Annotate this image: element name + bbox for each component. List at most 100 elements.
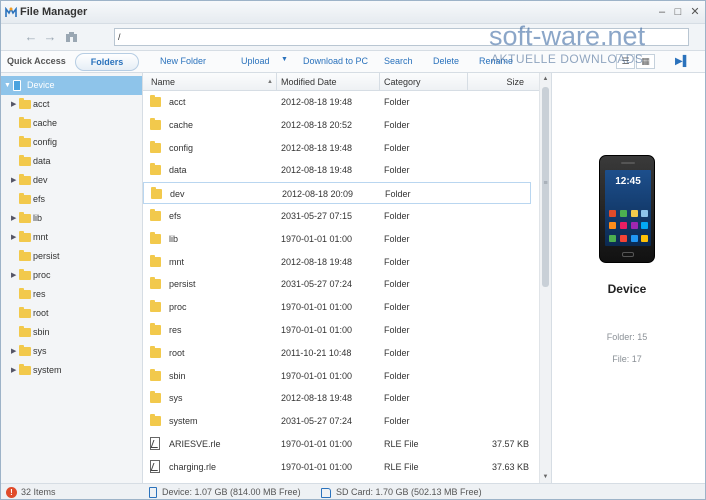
table-row[interactable]: root 2011-10-21 10:48 Folder [143,342,531,364]
row-modified-date: 2031-05-27 07:24 [281,279,353,290]
upload-button[interactable]: Upload [241,56,270,66]
tree-item-sys[interactable]: ▶ sys [1,342,142,361]
home-button[interactable] [62,29,80,45]
rename-button[interactable]: Rename [479,56,513,66]
row-modified-date: 1970-01-01 01:00 [281,302,353,313]
scroll-down-icon[interactable]: ▼ [540,471,551,483]
tree-item-res[interactable]: res [1,285,142,304]
folder-icon [150,368,161,381]
row-name: cache [169,119,194,130]
tree-item-data[interactable]: data [1,152,142,171]
table-row[interactable]: system 2031-05-27 07:24 Folder [143,410,531,432]
tree-item-system[interactable]: ▶ system [1,361,142,380]
row-modified-date: 1970-01-01 01:00 [281,233,353,244]
row-modified-date: 2031-05-27 07:24 [281,416,353,427]
scroll-up-icon[interactable]: ▲ [540,73,551,85]
phone-app-icon [609,222,616,229]
back-button[interactable]: ← [22,29,40,45]
column-size[interactable]: Size [468,73,539,91]
column-modified-date[interactable]: Modified Date [277,73,380,91]
table-row[interactable]: config 2012-08-18 19:48 Folder [143,137,531,159]
expand-arrow-icon[interactable]: ▶ [11,228,16,247]
tree-item-dev[interactable]: ▶ dev [1,171,142,190]
table-row[interactable]: sbin 1970-01-01 01:00 Folder [143,365,531,387]
folder-icon [19,288,31,299]
tree-item-root[interactable]: root [1,304,142,323]
upload-dropdown-icon[interactable]: ▼ [281,56,288,63]
list-view-button[interactable]: ☰ [616,54,635,69]
preview-panel-toggle[interactable]: ▶▌ [675,55,690,68]
tree-item-label: system [33,365,62,375]
row-category: Folder [384,325,410,335]
tree-item-sbin[interactable]: sbin [1,323,142,342]
expand-arrow-icon[interactable]: ▶ [11,95,16,114]
tree-item-cache[interactable]: cache [1,114,142,133]
expand-arrow-icon[interactable]: ▶ [11,361,16,380]
table-row[interactable]: data 2012-08-18 19:48 Folder [143,159,531,181]
delete-button[interactable]: Delete [433,56,459,66]
table-row[interactable]: ARIESVE.rle 1970-01-01 01:00 RLE File 37.57… [143,433,531,455]
table-row[interactable]: persist 2031-05-27 07:24 Folder [143,273,531,295]
folder-icon [19,364,31,375]
folder-icon [150,209,161,221]
table-row[interactable]: proc 1970-01-01 01:00 Folder [143,296,531,318]
table-row[interactable]: cache 2012-08-18 20:52 Folder [143,114,531,136]
download-to-pc-button[interactable]: Download to PC [303,56,368,66]
vertical-scrollbar[interactable]: ▲ ≡ ▼ [539,73,551,483]
row-size: 37.57 KB [491,439,529,449]
table-row[interactable]: mnt 2012-08-18 19:48 Folder [143,251,531,273]
maximize-button[interactable]: □ [671,5,685,19]
folder-icon [150,391,161,404]
tree-item-device[interactable]: ▼ Device [1,76,142,95]
tree-item-config[interactable]: config [1,133,142,152]
row-modified-date: 1970-01-01 01:00 [281,370,353,381]
row-category: Folder [384,393,410,404]
table-row[interactable]: res 1970-01-01 01:00 Folder [143,319,531,341]
table-row[interactable]: lib 1970-01-01 01:00 Folder [143,228,531,250]
tree-item-proc[interactable]: ▶ proc [1,266,142,285]
phone-screen: 12:45 [605,170,651,246]
row-name: proc [169,302,187,313]
file-icon [150,437,160,450]
scrollbar-thumb[interactable]: ≡ [542,87,549,287]
expand-arrow-icon[interactable]: ▶ [11,342,16,361]
quick-access-tab[interactable]: Quick Access [7,56,66,66]
table-row[interactable]: dev 2012-08-18 20:09 Folder [143,182,531,205]
row-name: efs [169,211,182,221]
tree-item-label: lib [33,213,43,223]
tree-item-label: cache [33,118,58,128]
expand-arrow-icon[interactable]: ▶ [11,209,16,228]
collapse-arrow-icon[interactable]: ▼ [4,76,11,95]
row-category: Folder [384,211,410,221]
phone-clock: 12:45 [615,176,641,187]
table-row[interactable]: acct 2012-08-18 19:48 Folder [143,91,531,113]
column-name[interactable]: Name ▲ [143,73,277,91]
table-row[interactable]: efs 2031-05-27 07:15 Folder [143,205,531,227]
tree-item-persist[interactable]: persist [1,247,142,266]
tree-item-lib[interactable]: ▶ lib [1,209,142,228]
row-category: Folder [384,347,410,358]
phone-speaker [621,162,635,164]
expand-arrow-icon[interactable]: ▶ [11,266,16,285]
row-category: Folder [384,165,410,176]
minimize-button[interactable]: – [655,5,669,19]
folder-icon [150,254,161,267]
home-icon [65,32,77,42]
tree-item-acct[interactable]: ▶ acct [1,95,142,114]
tree-item-efs[interactable]: efs [1,190,142,209]
folder-icon [19,98,31,109]
close-button[interactable]: ✕ [688,5,702,19]
folder-count: Folder: 15 [606,332,648,342]
expand-arrow-icon[interactable]: ▶ [11,171,16,190]
search-button[interactable]: Search [384,56,413,66]
path-input[interactable]: / [114,28,689,46]
forward-button[interactable]: → [41,29,59,45]
table-row[interactable]: charging.rle 1970-01-01 01:00 RLE File 37.6… [143,456,531,478]
grid-view-button[interactable]: ▦ [636,54,655,69]
folders-tab[interactable]: Folders [75,53,139,71]
column-category[interactable]: Category [380,73,468,91]
sort-ascending-icon: ▲ [267,79,273,85]
table-row[interactable]: sys 2012-08-18 19:48 Folder [143,387,531,409]
tree-item-mnt[interactable]: ▶ mnt [1,228,142,247]
new-folder-button[interactable]: New Folder [160,56,206,66]
